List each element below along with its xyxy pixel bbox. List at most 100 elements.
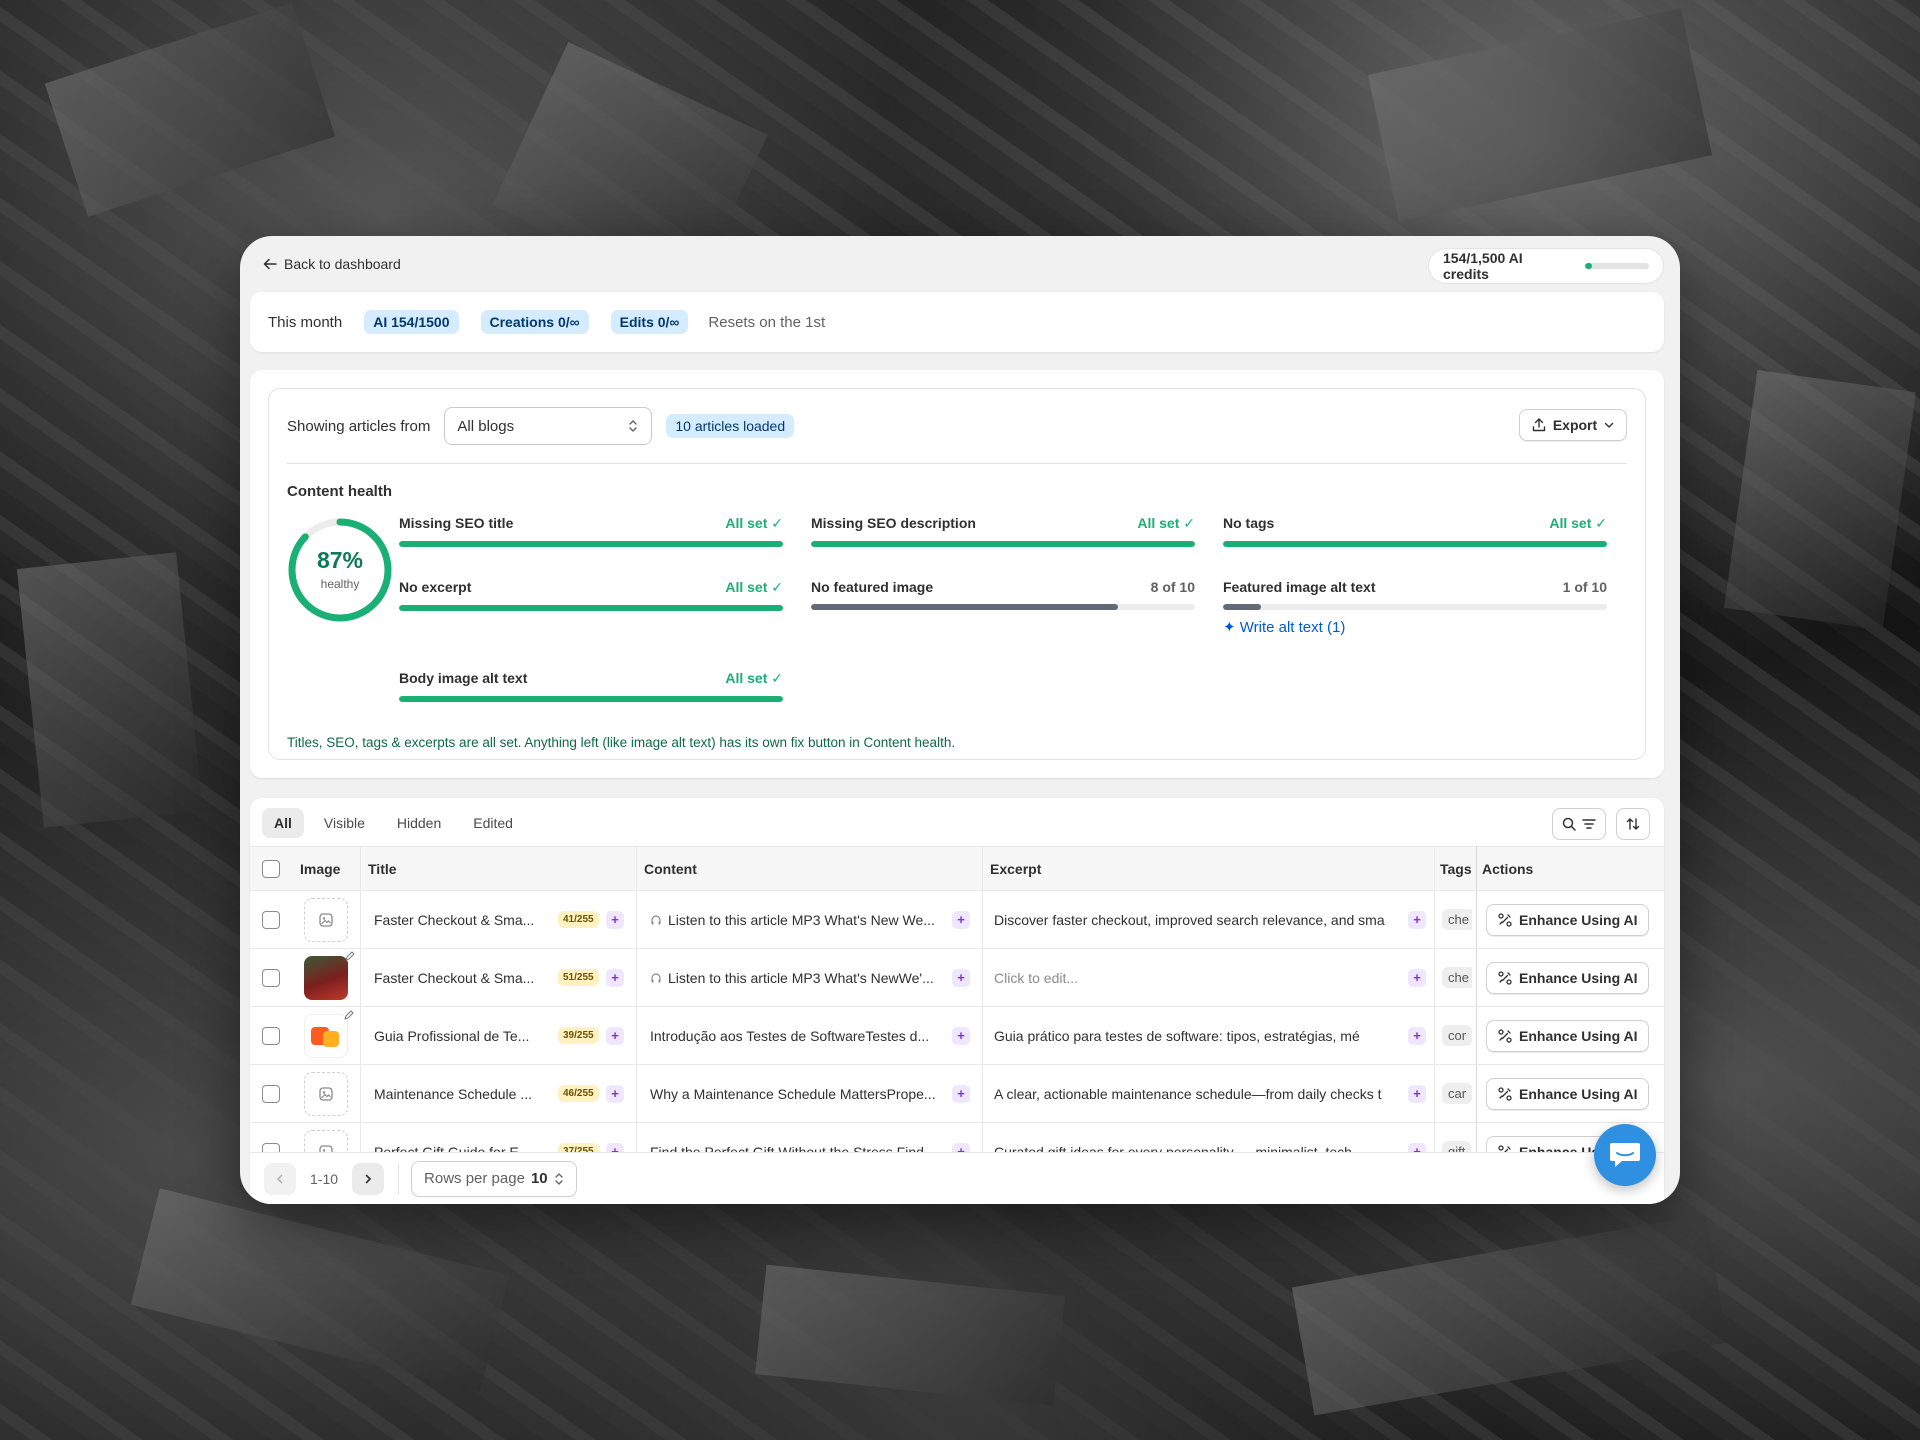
edits-chip: Edits 0/∞ [610,310,689,334]
select-all-checkbox[interactable] [262,859,280,878]
metric-progress-fill [399,541,783,547]
table-row[interactable]: Guia Profissional de Te... 39/255 + Introdu… [250,1006,1664,1064]
metric-label: Missing SEO title [399,515,514,531]
row-checkbox[interactable] [262,1084,280,1103]
content-cell[interactable]: Introdução aos Testes de SoftwareTestes … [650,1007,950,1064]
excerpt-ai-cell: + [1408,891,1432,948]
tab-edited[interactable]: Edited [461,808,525,838]
row-checkbox[interactable] [262,1026,280,1045]
article-thumbnail[interactable] [304,950,355,1000]
blog-select-value: All blogs [457,417,515,435]
excerpt-cell[interactable]: Discover faster checkout, improved searc… [994,891,1408,948]
rows-per-page-select[interactable]: Rows per page 10 [411,1160,577,1197]
creations-chip: Creations 0/∞ [480,310,589,334]
ai-sparkle-button[interactable]: + [1408,910,1426,929]
tab-all[interactable]: All [262,808,304,838]
title-cell[interactable]: Faster Checkout & Sma... [374,891,550,948]
title-ai-cell: + [606,891,630,948]
credits-progress [1585,263,1649,269]
chevron-left-icon [276,1174,283,1183]
enhance-using-ai-button[interactable]: Enhance Using AI [1486,1077,1649,1110]
metric-progress-fill [399,605,783,611]
ai-sparkle-button[interactable]: + [606,1084,624,1103]
tag-chip[interactable]: cor [1442,1025,1472,1046]
reset-note: Resets on the 1st [708,313,826,331]
edit-pencil-icon[interactable] [343,1009,355,1021]
content-cell[interactable]: Why a Maintenance Schedule MattersPrope.… [650,1065,950,1122]
tab-visible[interactable]: Visible [312,808,377,838]
table-row[interactable]: Faster Checkout & Sma... 51/255 + Listen to… [250,948,1664,1006]
ai-sparkle-button[interactable]: + [606,910,624,929]
excerpt-cell[interactable]: Click to edit... [994,949,1408,1006]
excerpt-cell[interactable]: A clear, actionable maintenance schedule… [994,1065,1408,1122]
content-cell[interactable]: Listen to this article MP3 What's New We… [650,891,950,948]
page-range: 1-10 [310,1170,339,1187]
tag-chip[interactable]: che [1442,967,1472,988]
ai-credits-indicator: 154/1,500 AI credits [1428,248,1664,284]
article-thumbnail[interactable] [304,1009,354,1058]
next-page-button[interactable] [352,1162,385,1195]
health-note: Titles, SEO, tags & excerpts are all set… [287,735,956,750]
back-to-dashboard-link[interactable]: Back to dashboard [262,256,401,272]
tab-hidden[interactable]: Hidden [385,808,453,838]
chat-support-button[interactable] [1594,1124,1656,1186]
enhance-label: Enhance Using AI [1519,1027,1638,1044]
previous-page-button[interactable] [264,1162,296,1195]
excerpt-cell[interactable]: Guia prático para testes de software: ti… [994,1007,1408,1064]
metric-progress-fill [811,604,1119,610]
sparkle-wand-icon [1498,1028,1512,1043]
ai-sparkle-button[interactable]: + [952,1084,970,1103]
title-cell[interactable]: Maintenance Schedule ... [374,1065,550,1122]
title-count-cell: 51/255 [558,949,602,1006]
row-checkbox[interactable] [262,968,280,987]
ai-sparkle-button[interactable]: + [952,1026,970,1045]
divider [287,463,1627,464]
row-checkbox[interactable] [262,910,280,929]
title-char-count: 51/255 [558,969,599,986]
metric-featured-image-alt-text: Featured image alt text 1 of 10 ✦ Write a… [1223,579,1607,636]
sparkle-wand-icon [1498,1086,1512,1101]
column-header-excerpt: Excerpt [990,860,1042,877]
content-cell[interactable]: Listen to this article MP3 What's NewWe'… [650,949,950,1006]
title-cell[interactable]: Faster Checkout & Sma... [374,949,550,1006]
row-select-cell [262,1065,286,1122]
enhance-label: Enhance Using AI [1519,969,1638,986]
table-row[interactable]: Maintenance Schedule ... 46/255 + Why a Mai… [250,1064,1664,1122]
tag-chip[interactable]: che [1442,909,1472,930]
content-ai-cell: + [952,891,976,948]
ai-sparkle-button[interactable]: + [1408,1026,1426,1045]
ai-sparkle-button[interactable]: + [606,1026,624,1045]
export-button[interactable]: Export [1519,409,1627,441]
ai-sparkle-button[interactable]: + [606,968,624,987]
ai-sparkle-button[interactable]: + [952,910,970,929]
blog-select[interactable]: All blogs [444,407,653,445]
ai-sparkle-button[interactable]: + [952,968,970,987]
metric-progress [399,696,783,702]
chevron-updown-icon [629,420,638,432]
sort-button[interactable] [1616,808,1650,840]
ai-sparkle-button[interactable]: + [1408,1084,1426,1103]
write-alt-text-link[interactable]: ✦ Write alt text (1) [1223,618,1607,636]
enhance-using-ai-button[interactable]: Enhance Using AI [1486,1019,1649,1052]
ai-sparkle-button[interactable]: + [1408,968,1426,987]
metric-progress-fill [1223,541,1607,547]
article-thumbnail[interactable] [304,1071,348,1116]
title-cell[interactable]: Guia Profissional de Te... [374,1007,550,1064]
article-thumbnail[interactable] [304,897,348,942]
content-ai-cell: + [952,1007,976,1064]
background-rock [1367,8,1713,222]
edit-pencil-icon[interactable] [344,950,356,962]
metric-label: No tags [1223,515,1275,531]
column-header-content: Content [644,860,697,877]
search-filter-button[interactable] [1552,808,1606,840]
title-ai-cell: + [606,1065,630,1122]
table-row[interactable]: Faster Checkout & Sma... 41/255 + Listen to… [250,890,1664,948]
content-text: Listen to this article MP3 What's New We… [668,911,935,928]
enhance-using-ai-button[interactable]: Enhance Using AI [1486,903,1649,936]
background-rock [1724,370,1916,630]
enhance-using-ai-button[interactable]: Enhance Using AI [1486,961,1649,994]
chevron-down-icon [1604,422,1614,428]
tag-chip[interactable]: car [1442,1083,1472,1104]
content-ai-cell: + [952,949,976,1006]
metric-no-tags: No tags All set ✓ [1223,515,1607,547]
